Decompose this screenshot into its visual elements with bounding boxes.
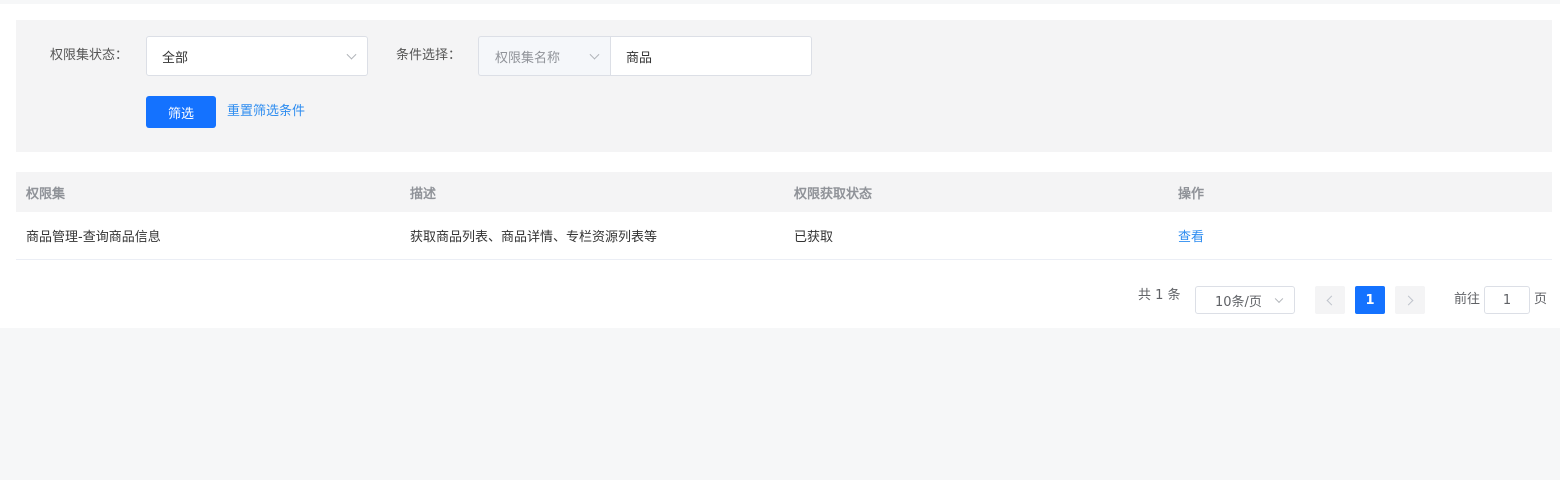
condition-type-select[interactable]: 权限集名称 (478, 36, 610, 76)
column-header-name: 权限集 (26, 186, 66, 202)
chevron-down-icon (346, 49, 357, 60)
condition-label: 条件选择： (396, 48, 462, 63)
filter-button[interactable]: 筛选 (146, 96, 216, 128)
chevron-down-icon (1274, 294, 1284, 304)
status-select[interactable]: 全部 (146, 36, 368, 76)
row-name: 商品管理-查询商品信息 (26, 230, 161, 245)
condition-keyword-input[interactable]: 商品 (610, 36, 812, 76)
status-select-value: 全部 (162, 50, 189, 66)
condition-keyword-value: 商品 (626, 50, 653, 66)
table-row: 商品管理-查询商品信息 获取商品列表、商品详情、专栏资源列表等 已获取 查看 (16, 212, 1552, 260)
table-header: 权限集 描述 权限获取状态 操作 (16, 172, 1552, 212)
goto-page-value: 1 (1502, 292, 1512, 308)
prev-page-button[interactable] (1315, 286, 1345, 314)
content-panel: 权限集状态： 全部 条件选择： 权限集名称 商品 筛选 重置筛选条件 权限集 描… (0, 4, 1560, 328)
column-header-action: 操作 (1178, 186, 1205, 202)
page-size-value: 10条/页 (1215, 294, 1262, 310)
column-header-description: 描述 (410, 186, 437, 202)
chevron-left-icon (1326, 295, 1337, 305)
reset-filter-link[interactable]: 重置筛选条件 (227, 102, 305, 122)
next-page-button[interactable] (1395, 286, 1425, 314)
goto-page-input[interactable]: 1 (1484, 286, 1530, 314)
chevron-down-icon (589, 49, 600, 60)
condition-group: 权限集名称 商品 (478, 36, 812, 76)
view-link[interactable]: 查看 (1168, 226, 1552, 245)
row-status: 已获取 (794, 230, 834, 245)
page-number-current[interactable]: 1 (1355, 286, 1385, 314)
filter-area: 权限集状态： 全部 条件选择： 权限集名称 商品 筛选 重置筛选条件 (16, 20, 1552, 152)
page-size-select[interactable]: 10条/页 (1195, 286, 1295, 314)
goto-suffix: 页 (1534, 292, 1548, 307)
row-description: 获取商品列表、商品详情、专栏资源列表等 (410, 230, 658, 245)
column-header-status: 权限获取状态 (794, 186, 873, 202)
pagination-total: 共 1 条 (1138, 288, 1181, 303)
condition-type-value: 权限集名称 (495, 50, 561, 66)
permission-table: 权限集 描述 权限获取状态 操作 商品管理-查询商品信息 获取商品列表、商品详情… (16, 172, 1552, 260)
chevron-right-icon (1403, 295, 1414, 305)
goto-prefix: 前往 (1454, 292, 1481, 307)
status-filter-label: 权限集状态： (50, 48, 129, 63)
